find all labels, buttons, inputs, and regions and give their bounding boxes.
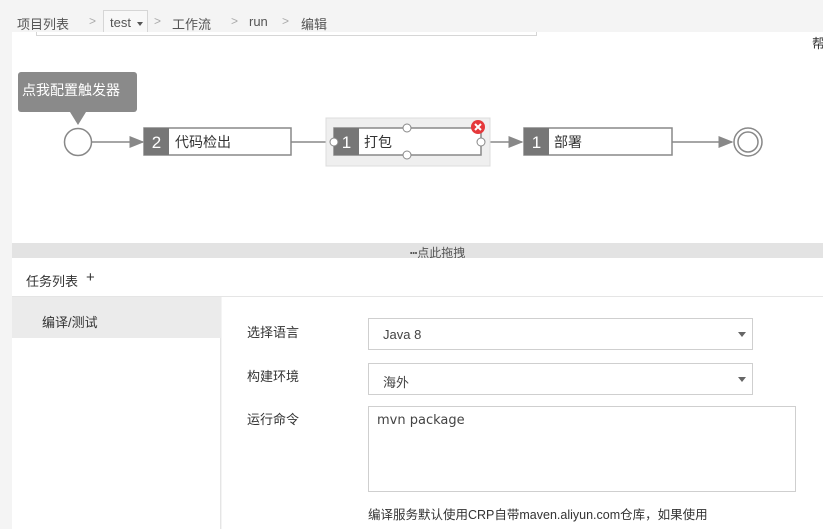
language-label: 选择语言 bbox=[247, 325, 300, 340]
build-hint-text: 编译服务默认使用CRP自带maven.aliyun.com仓库，如果使用 bbox=[368, 508, 708, 522]
breadcrumb-separator: > bbox=[89, 14, 97, 28]
breadcrumb-separator: > bbox=[154, 14, 162, 28]
breadcrumb-project-select[interactable]: test bbox=[103, 10, 148, 33]
connect-handle[interactable] bbox=[329, 137, 339, 147]
connect-handle[interactable] bbox=[476, 137, 486, 147]
task-list: 编译/测试 bbox=[12, 297, 221, 529]
stage-node-package[interactable]: 1 打包 bbox=[325, 117, 491, 167]
command-textarea[interactable]: mvn package bbox=[368, 406, 796, 492]
pipeline-diagram: 点我配置触发器 2 代码检出 1 打包 1 部署 bbox=[18, 72, 763, 167]
end-node bbox=[733, 127, 763, 157]
delete-stage-icon[interactable] bbox=[471, 120, 485, 134]
trigger-tooltip-text: 点我配置触发器 bbox=[22, 82, 120, 98]
resize-splitter[interactable]: ┅点此拖拽 bbox=[12, 243, 823, 260]
connect-handle[interactable] bbox=[402, 123, 412, 133]
task-item-label: 编译/测试 bbox=[42, 315, 98, 330]
breadcrumb-run[interactable]: run bbox=[249, 14, 268, 29]
stage-count: 2 bbox=[152, 133, 161, 152]
start-node[interactable] bbox=[63, 127, 93, 157]
task-item-compile-test[interactable]: 编译/测试 bbox=[12, 297, 221, 338]
chevron-down-icon bbox=[738, 332, 746, 337]
task-list-header: 任务列表 + bbox=[12, 258, 823, 297]
breadcrumb-separator: > bbox=[282, 14, 290, 28]
breadcrumb-edit: 编辑 bbox=[301, 17, 328, 32]
stage-node-checkout[interactable]: 2 代码检出 bbox=[143, 127, 292, 156]
stage-count: 1 bbox=[342, 133, 351, 152]
breadcrumb-separator: > bbox=[231, 14, 239, 28]
build-env-select-value: 海外 bbox=[383, 375, 410, 390]
trigger-tooltip[interactable]: 点我配置触发器 bbox=[18, 72, 137, 125]
task-config-form: 选择语言 Java 8 构建环境 海外 运行命令 mvn package 编译服… bbox=[222, 297, 823, 529]
stage-count: 1 bbox=[532, 133, 541, 152]
breadcrumb-project-label: test bbox=[110, 15, 131, 30]
connect-handle[interactable] bbox=[402, 150, 412, 160]
breadcrumb-workflow[interactable]: 工作流 bbox=[172, 14, 211, 33]
command-label: 运行命令 bbox=[247, 412, 300, 427]
stage-label: 部署 bbox=[554, 134, 582, 150]
breadcrumb: 项目列表 > test > 工作流 > run > 编辑 bbox=[0, 0, 823, 34]
command-textarea-value: mvn package bbox=[377, 413, 465, 428]
build-env-select[interactable]: 海外 bbox=[368, 363, 753, 395]
pipeline-canvas: 帮 点我配置触发器 2 代码检出 1 打包 1 部署 bbox=[12, 32, 823, 243]
chevron-down-icon bbox=[738, 377, 746, 382]
language-select[interactable]: Java 8 bbox=[368, 318, 753, 350]
language-select-value: Java 8 bbox=[383, 327, 422, 342]
task-list-title: 任务列表 bbox=[26, 274, 79, 289]
build-env-label: 构建环境 bbox=[247, 369, 300, 384]
stage-node-deploy[interactable]: 1 部署 bbox=[523, 127, 673, 156]
stage-label: 打包 bbox=[364, 134, 392, 150]
caret-down-icon bbox=[137, 22, 143, 26]
stage-label: 代码检出 bbox=[175, 134, 231, 150]
breadcrumb-project-list[interactable]: 项目列表 bbox=[17, 14, 69, 33]
add-task-button[interactable]: + bbox=[86, 269, 95, 286]
